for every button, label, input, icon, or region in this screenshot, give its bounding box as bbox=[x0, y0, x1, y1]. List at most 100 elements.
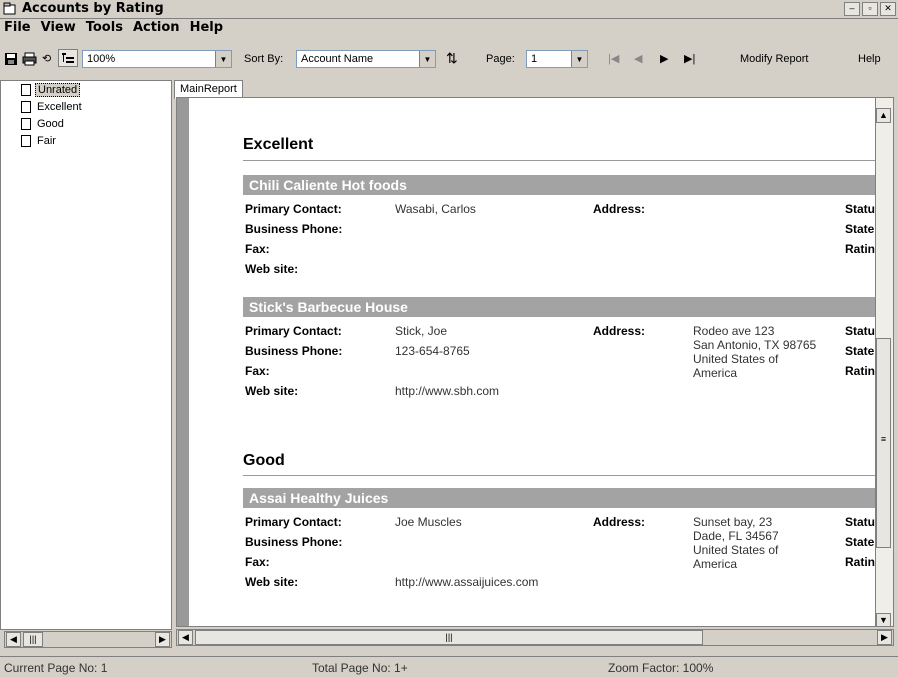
primary-contact-label: Primary Contact: bbox=[245, 202, 342, 216]
sort-label: Sort By: bbox=[244, 53, 284, 65]
business-phone-label: Business Phone: bbox=[245, 344, 343, 358]
scroll-down-icon[interactable]: ▼ bbox=[876, 613, 891, 626]
page-label: Page: bbox=[486, 53, 515, 65]
status-bar: Current Page No: 1 Total Page No: 1+ Zoo… bbox=[0, 656, 898, 677]
minimize-button[interactable]: – bbox=[844, 2, 860, 16]
sort-select[interactable]: Account Name ▼ bbox=[296, 50, 436, 68]
report-left-margin bbox=[177, 98, 189, 626]
chevron-down-icon[interactable]: ▼ bbox=[419, 51, 435, 67]
fax-label: Fax: bbox=[245, 364, 270, 378]
primary-contact-label: Primary Contact: bbox=[245, 324, 342, 338]
rating-tree: Unrated Excellent Good Fair bbox=[0, 80, 172, 630]
scroll-left-icon[interactable]: ◀ bbox=[6, 632, 21, 647]
tree-item-excellent[interactable]: Excellent bbox=[21, 100, 84, 114]
modify-report-button[interactable]: Modify Report bbox=[740, 53, 808, 65]
scroll-right-icon[interactable]: ▶ bbox=[155, 632, 170, 647]
menu-view[interactable]: View bbox=[37, 19, 82, 37]
document-icon bbox=[21, 135, 31, 147]
section-divider bbox=[243, 160, 879, 161]
zoom-factor-status: Zoom Factor: 100% bbox=[608, 661, 714, 675]
help-button[interactable]: Help bbox=[858, 53, 881, 65]
sort-value: Account Name bbox=[301, 53, 374, 65]
fax-label: Fax: bbox=[245, 242, 270, 256]
zoom-select[interactable]: 100% ▼ bbox=[82, 50, 232, 68]
business-phone-label: Business Phone: bbox=[245, 535, 343, 549]
address-line: Rodeo ave 123 bbox=[693, 324, 775, 338]
app-icon bbox=[3, 2, 16, 15]
address-label: Address: bbox=[593, 202, 646, 216]
section-divider bbox=[243, 475, 879, 476]
rating-label: Ratin bbox=[845, 364, 875, 378]
restore-button[interactable]: ▫ bbox=[862, 2, 878, 16]
window-title: Accounts by Rating bbox=[22, 1, 164, 16]
tree-item-fair[interactable]: Fair bbox=[21, 134, 58, 148]
menu-action[interactable]: Action bbox=[129, 19, 186, 37]
tree-toggle-icon[interactable] bbox=[58, 49, 78, 67]
tree-item-unrated[interactable]: Unrated bbox=[21, 83, 81, 97]
primary-contact-value: Stick, Joe bbox=[395, 324, 448, 338]
section-title: Good bbox=[243, 452, 285, 469]
menu-help[interactable]: Help bbox=[186, 19, 229, 37]
refresh-icon[interactable]: ⟲ bbox=[42, 52, 51, 65]
business-phone-value: 123-654-8765 bbox=[395, 344, 470, 358]
tree-item-label: Good bbox=[37, 118, 64, 130]
address-line: United States of bbox=[693, 352, 779, 366]
business-phone-label: Business Phone: bbox=[245, 222, 343, 236]
title-bar: Accounts by Rating – ▫ ✕ bbox=[0, 0, 898, 19]
scroll-thumb[interactable]: ||| bbox=[195, 630, 703, 645]
document-icon bbox=[21, 118, 31, 130]
rating-label: Ratin bbox=[845, 555, 875, 569]
report-viewer: Excellent Chili Caliente Hot foods Prima… bbox=[176, 97, 894, 627]
primary-contact-value: Joe Muscles bbox=[395, 515, 462, 529]
report-vertical-scrollbar[interactable]: ▲ ≡ ▼ bbox=[875, 98, 893, 626]
status-label: Statu bbox=[845, 202, 875, 216]
current-page-status: Current Page No: 1 bbox=[4, 661, 108, 675]
scroll-right-icon[interactable]: ▶ bbox=[877, 630, 892, 645]
web-site-value: http://www.assaijuices.com bbox=[395, 575, 539, 589]
address-line: Sunset bay, 23 bbox=[693, 515, 773, 529]
menu-file[interactable]: File bbox=[0, 19, 37, 37]
scroll-left-icon[interactable]: ◀ bbox=[178, 630, 193, 645]
page-select[interactable]: 1 ▼ bbox=[526, 50, 588, 68]
page-value: 1 bbox=[531, 53, 538, 65]
web-site-label: Web site: bbox=[245, 262, 299, 276]
next-page-icon[interactable]: ▶ bbox=[660, 52, 668, 65]
sort-direction-icon[interactable]: ⇅ bbox=[446, 50, 458, 67]
total-page-status: Total Page No: 1+ bbox=[312, 661, 408, 675]
menu-tools[interactable]: Tools bbox=[82, 19, 129, 37]
account-name: Chili Caliente Hot foods bbox=[243, 175, 879, 195]
document-icon bbox=[21, 84, 31, 96]
scroll-thumb[interactable]: ≡ bbox=[876, 338, 891, 548]
account-name: Stick's Barbecue House bbox=[243, 297, 879, 317]
first-page-icon[interactable]: |◀ bbox=[608, 52, 619, 65]
scroll-up-icon[interactable]: ▲ bbox=[876, 108, 891, 123]
address-line: America bbox=[693, 366, 738, 380]
chevron-down-icon[interactable]: ▼ bbox=[215, 51, 231, 67]
print-icon[interactable] bbox=[22, 52, 37, 66]
scroll-thumb[interactable]: ||| bbox=[23, 632, 43, 647]
last-page-icon[interactable]: ▶| bbox=[684, 52, 695, 65]
primary-contact-value: Wasabi, Carlos bbox=[395, 202, 476, 216]
address-label: Address: bbox=[593, 515, 646, 529]
account-name: Assai Healthy Juices bbox=[243, 488, 879, 508]
prev-page-icon[interactable]: ◀ bbox=[634, 52, 642, 65]
primary-contact-label: Primary Contact: bbox=[245, 515, 342, 529]
tree-item-label: Excellent bbox=[37, 101, 82, 113]
state-label: State bbox=[845, 344, 875, 358]
tree-item-label: Unrated bbox=[35, 83, 81, 97]
zoom-value: 100% bbox=[87, 53, 116, 65]
report-horizontal-scrollbar[interactable]: ◀ ||| ▶ bbox=[176, 629, 894, 646]
save-icon[interactable] bbox=[4, 52, 18, 66]
tree-horizontal-scrollbar[interactable]: ◀ ||| ▶ bbox=[4, 631, 172, 648]
status-label: Statu bbox=[845, 324, 875, 338]
state-label: State bbox=[845, 222, 875, 236]
address-label: Address: bbox=[593, 324, 646, 338]
web-site-value: http://www.sbh.com bbox=[395, 384, 500, 398]
tree-item-good[interactable]: Good bbox=[21, 117, 66, 131]
web-site-label: Web site: bbox=[245, 575, 299, 589]
close-button[interactable]: ✕ bbox=[880, 2, 896, 16]
address-line: United States of bbox=[693, 543, 779, 557]
chevron-down-icon[interactable]: ▼ bbox=[571, 51, 587, 67]
fax-label: Fax: bbox=[245, 555, 270, 569]
document-icon bbox=[21, 101, 31, 113]
